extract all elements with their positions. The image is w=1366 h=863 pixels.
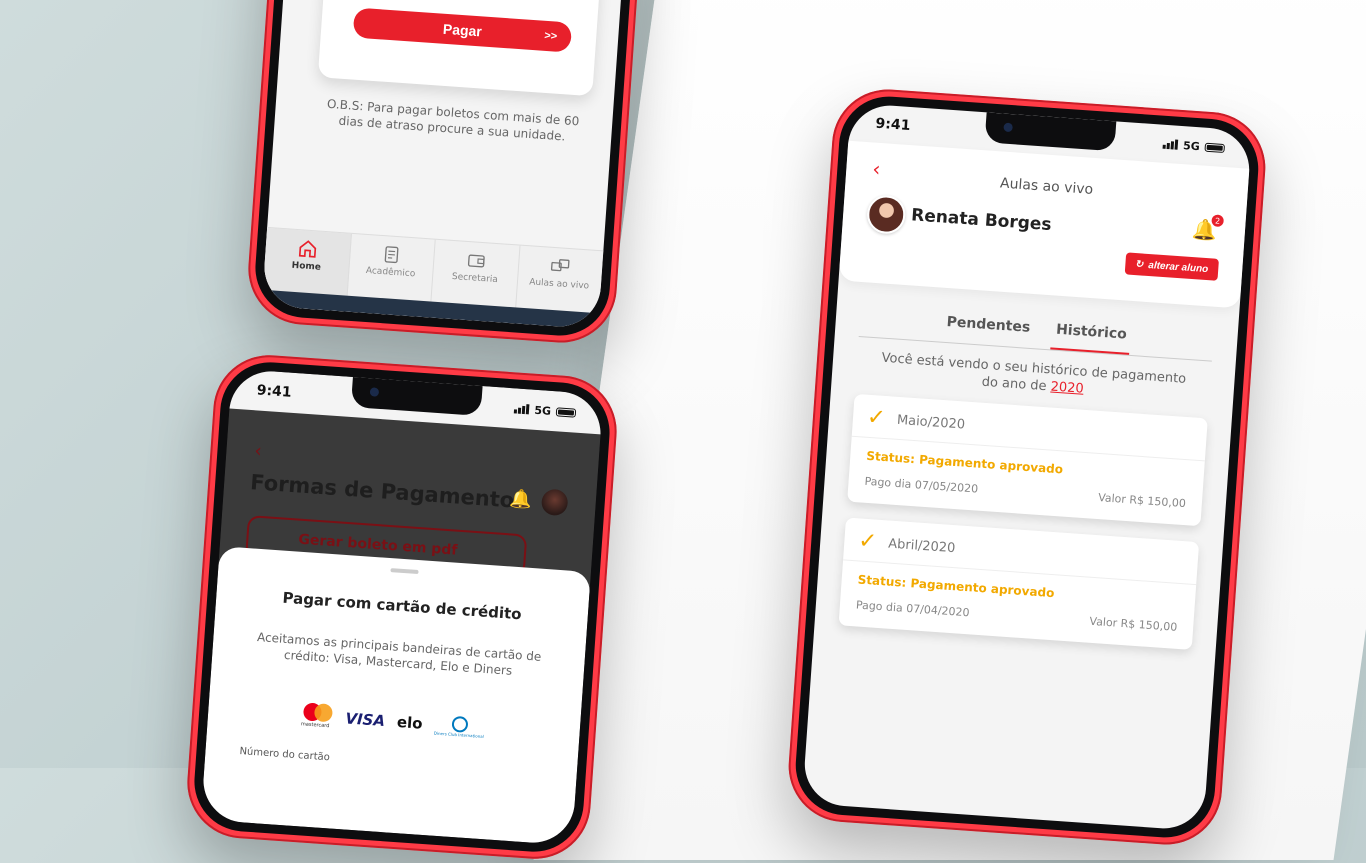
tab-pendentes[interactable]: Pendentes	[941, 306, 1035, 348]
card-number-label: Número do cartão	[239, 746, 331, 764]
sheet-title: Pagar com cartão de crédito	[282, 588, 523, 624]
phone-formas-pagamento: 9:41 5G ‹ Formas de Pagamento 🔔 Gerar bo…	[183, 351, 621, 863]
payment-month: Abril/2020	[887, 536, 956, 557]
pay-button-label: Pagar	[442, 20, 483, 40]
nav-label: Aulas ao vivo	[528, 277, 590, 292]
diners-logo: Diners Club International	[434, 714, 485, 739]
mastercard-logo: mastercard	[301, 702, 335, 730]
wallet-icon	[467, 254, 485, 268]
phone-payment-boleto: Pagar >> O.B.S: Para pagar boletos com m…	[244, 0, 645, 347]
year-link[interactable]: 2020	[1050, 379, 1084, 396]
status-time: 9:41	[875, 115, 911, 135]
sheet-description: Aceitamos as principais bandeiras de car…	[256, 629, 542, 678]
phone1-screen: Pagar >> O.B.S: Para pagar boletos com m…	[261, 0, 628, 330]
alter-student-label: alterar aluno	[1147, 259, 1209, 275]
battery-icon	[555, 406, 577, 418]
payment-value: Valor R$ 150,00	[1089, 614, 1178, 634]
credit-card-sheet: Pagar com cartão de crédito Aceitamos as…	[200, 546, 591, 846]
obs-text: O.B.S: Para pagar boletos com mais de 60…	[326, 96, 580, 144]
pay-button[interactable]: Pagar >>	[352, 7, 573, 53]
video-class-icon	[551, 259, 570, 272]
payment-date: Pago dia 07/04/2020	[855, 598, 970, 620]
network-label: 5G	[1182, 138, 1201, 153]
phone-historico: 9:41 5G ‹ Aulas ao vivo Renata Borges 🔔 …	[784, 85, 1270, 849]
payment-status: Status: Pagamento aprovado	[865, 448, 1064, 477]
card-brands: mastercard VISA elo Diners Club Internat…	[208, 696, 581, 748]
payment-date: Pago dia 07/05/2020	[864, 474, 979, 496]
payment-month: Maio/2020	[896, 412, 966, 433]
sheet-handle[interactable]	[390, 568, 419, 575]
bottom-nav: Home Acadêmico Secretaria Aulas ao vivo	[261, 226, 604, 330]
swap-user-icon: ↻	[1134, 258, 1144, 271]
battery-icon	[1204, 142, 1226, 153]
network-label: 5G	[533, 403, 552, 418]
history-info: Você está vendo o seu histórico de pagam…	[871, 349, 1195, 405]
home-icon	[298, 240, 316, 258]
tab-historico[interactable]: Histórico	[1050, 313, 1132, 355]
nav-label: Secretaria	[451, 271, 499, 286]
phone2-screen: 9:41 5G ‹ Formas de Pagamento 🔔 Gerar bo…	[200, 368, 604, 846]
document-icon	[384, 246, 399, 264]
nav-label: Home	[291, 260, 322, 273]
payment-card[interactable]: ✓ Abril/2020 Status: Pagamento aprovado …	[838, 517, 1200, 650]
check-icon: ✓	[857, 528, 878, 555]
elo-logo: elo	[396, 712, 424, 733]
phone3-screen: 9:41 5G ‹ Aulas ao vivo Renata Borges 🔔 …	[802, 102, 1252, 832]
check-icon: ✓	[866, 404, 887, 431]
bell-icon[interactable]: 🔔	[509, 488, 533, 511]
signal-icon	[1162, 139, 1179, 150]
history-info-text: Você está vendo o seu histórico de pagam…	[881, 350, 1187, 395]
visa-logo: VISA	[344, 709, 386, 731]
double-arrow-icon: >>	[543, 29, 558, 43]
signal-icon	[514, 403, 530, 415]
back-arrow-icon[interactable]: ‹	[254, 440, 263, 461]
payment-status: Status: Pagamento aprovado	[857, 572, 1055, 601]
payment-card[interactable]: ✓ Maio/2020 Status: Pagamento aprovado P…	[847, 393, 1208, 527]
nav-label: Acadêmico	[365, 265, 416, 280]
boleto-card: Pagar >>	[317, 0, 601, 97]
payment-value: Valor R$ 150,00	[1097, 491, 1187, 511]
status-time: 9:41	[256, 382, 293, 401]
